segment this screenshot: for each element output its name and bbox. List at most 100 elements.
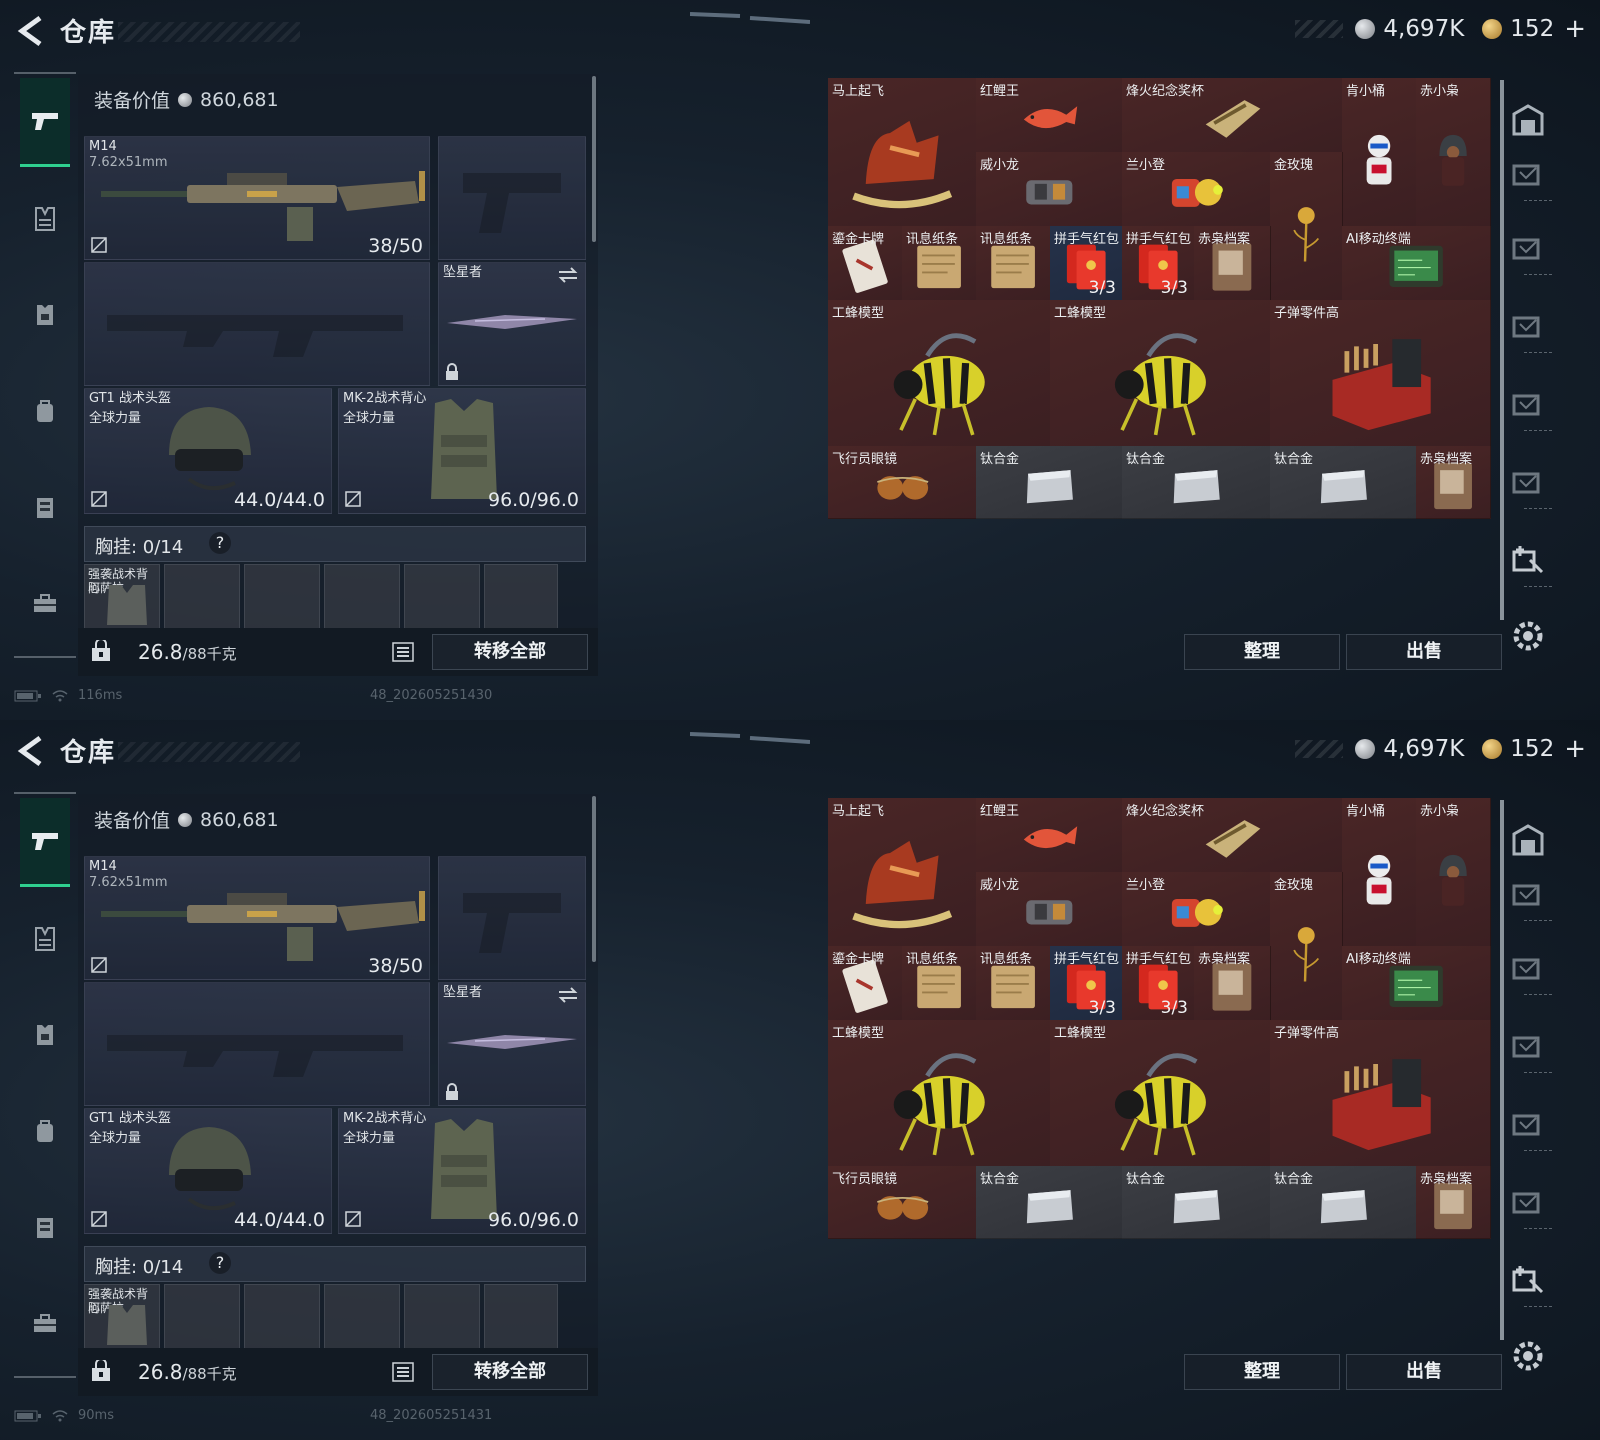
transfer-all-button[interactable]: 转移全部 xyxy=(432,634,588,670)
transfer-all-button[interactable]: 转移全部 xyxy=(432,1354,588,1390)
stash-item[interactable]: 兰小登 xyxy=(1122,872,1271,947)
stash-item[interactable]: 子弹零件高 xyxy=(1270,300,1491,447)
stash-item[interactable]: 钛合金 xyxy=(1270,446,1417,519)
stash-item[interactable]: 工蜂模型 xyxy=(828,300,1051,447)
rig-slot-empty[interactable] xyxy=(324,564,400,630)
stash-item[interactable]: 赤枭档案 xyxy=(1194,946,1271,1021)
add-currency-button[interactable]: + xyxy=(1564,734,1586,764)
stash-item[interactable]: 肯小桶 xyxy=(1342,78,1417,227)
stash-item[interactable]: 兰小登 xyxy=(1122,152,1271,227)
warehouse-icon[interactable] xyxy=(1510,948,1546,984)
storage-icon[interactable] xyxy=(1510,102,1546,138)
stash-item[interactable]: 钛合金 xyxy=(1122,446,1271,519)
storage-icon[interactable] xyxy=(1510,822,1546,858)
loadout-scrollbar[interactable] xyxy=(592,796,596,962)
nav-tab-armor[interactable] xyxy=(20,1010,70,1060)
secondary-weapon-slot[interactable] xyxy=(84,982,430,1106)
nav-tab-chest-rig[interactable] xyxy=(20,914,70,964)
stash-item[interactable]: 钛合金 xyxy=(976,446,1123,519)
chest-rig-bar[interactable]: 胸挂: 0/14 ? xyxy=(84,1246,586,1282)
stash-item[interactable]: 讯息纸条 xyxy=(976,946,1051,1021)
warehouse-icon[interactable] xyxy=(1510,228,1546,264)
stash-item[interactable]: 赤枭档案 xyxy=(1194,226,1271,301)
help-icon[interactable]: ? xyxy=(209,1252,231,1274)
sort-button[interactable]: 整理 xyxy=(1184,634,1340,670)
help-icon[interactable]: ? xyxy=(209,532,231,554)
rig-slot-empty[interactable] xyxy=(164,1284,240,1350)
secondary-weapon-slot[interactable] xyxy=(84,262,430,386)
nav-tab-weapons[interactable] xyxy=(20,798,70,887)
stash-item[interactable]: 红鲤王 xyxy=(976,78,1123,153)
stash-item[interactable]: 赤小枭 xyxy=(1416,798,1491,947)
stash-item[interactable]: 烽火纪念奖杯 xyxy=(1122,78,1343,153)
stash-item[interactable]: 马上起飞 xyxy=(828,798,977,947)
rig-slot-empty[interactable] xyxy=(484,564,558,630)
nav-tab-locker[interactable] xyxy=(20,482,70,532)
nav-tab-backpack[interactable] xyxy=(20,386,70,436)
settings-icon[interactable] xyxy=(1510,1338,1546,1374)
warehouse-icon[interactable] xyxy=(1510,154,1546,190)
warehouse-icon[interactable] xyxy=(1510,1026,1546,1062)
warehouse-icon[interactable] xyxy=(1510,1104,1546,1140)
sell-button[interactable]: 出售 xyxy=(1346,1354,1502,1390)
warehouse-add-icon[interactable] xyxy=(1510,1260,1546,1296)
back-arrow-icon[interactable] xyxy=(14,14,48,48)
stash-item[interactable]: 飞行员眼镜 xyxy=(828,1166,977,1239)
stash-item[interactable]: 钛合金 xyxy=(976,1166,1123,1239)
stash-item[interactable]: 马上起飞 xyxy=(828,78,977,227)
right-nav-scrollbar[interactable] xyxy=(1500,80,1504,620)
stash-item[interactable]: 鎏金卡牌 xyxy=(828,946,903,1021)
stash-item[interactable]: 威小龙 xyxy=(976,872,1123,947)
stash-item[interactable]: 工蜂模型 xyxy=(1050,300,1271,447)
chest-rig-bar[interactable]: 胸挂: 0/14 ? xyxy=(84,526,586,562)
stash-item[interactable]: 讯息纸条 xyxy=(902,946,977,1021)
melee-slot[interactable]: 坠星者 xyxy=(438,982,586,1106)
rig-slot-empty[interactable] xyxy=(324,1284,400,1350)
stash-item[interactable]: 讯息纸条 xyxy=(976,226,1051,301)
stash-item[interactable]: 威小龙 xyxy=(976,152,1123,227)
primary-weapon-slot[interactable]: M14 7.62x51mm 38/50 xyxy=(84,856,430,980)
melee-slot[interactable]: 坠星者 xyxy=(438,262,586,386)
stash-item[interactable]: 工蜂模型 xyxy=(828,1020,1051,1167)
add-currency-button[interactable]: + xyxy=(1564,14,1586,44)
right-nav-scrollbar[interactable] xyxy=(1500,800,1504,1340)
stash-item[interactable]: 金玫瑰 xyxy=(1270,152,1343,301)
armor-slot[interactable]: MK-2战术背心 全球力量 96.0/96.0 xyxy=(338,1108,586,1234)
swap-icon[interactable] xyxy=(557,267,579,283)
stash-item[interactable]: 红鲤王 xyxy=(976,798,1123,873)
stash-item[interactable]: 讯息纸条 xyxy=(902,226,977,301)
pistol-slot[interactable] xyxy=(438,136,586,260)
nav-tab-toolbox[interactable] xyxy=(20,578,70,628)
stash-item[interactable]: 金玫瑰 xyxy=(1270,872,1343,1021)
stash-item[interactable]: 钛合金 xyxy=(1270,1166,1417,1239)
rig-slot-empty[interactable] xyxy=(404,564,480,630)
warehouse-icon[interactable] xyxy=(1510,462,1546,498)
stash-item[interactable]: 赤小枭 xyxy=(1416,78,1491,227)
pistol-slot[interactable] xyxy=(438,856,586,980)
stash-item[interactable]: 工蜂模型 xyxy=(1050,1020,1271,1167)
list-icon[interactable] xyxy=(390,1360,416,1384)
stash-item[interactable]: 拼手气红包 3/3 xyxy=(1122,946,1195,1021)
stash-item[interactable]: AI移动终端 xyxy=(1342,946,1491,1021)
nav-tab-backpack[interactable] xyxy=(20,1106,70,1156)
back-arrow-icon[interactable] xyxy=(14,734,48,768)
stash-item[interactable]: 拼手气红包 3/3 xyxy=(1050,946,1123,1021)
stash-item[interactable]: 赤枭档案 xyxy=(1416,446,1491,519)
stash-item[interactable]: 鎏金卡牌 xyxy=(828,226,903,301)
warehouse-icon[interactable] xyxy=(1510,306,1546,342)
warehouse-icon[interactable] xyxy=(1510,384,1546,420)
warehouse-add-icon[interactable] xyxy=(1510,540,1546,576)
rig-slot-empty[interactable] xyxy=(164,564,240,630)
stash-item[interactable]: 肯小桶 xyxy=(1342,798,1417,947)
rig-slot-empty[interactable] xyxy=(244,564,320,630)
stash-item[interactable]: 子弹零件高 xyxy=(1270,1020,1491,1167)
rig-slot-equipped[interactable]: 强袭战术背心 阿萨拉 xyxy=(84,564,160,630)
primary-weapon-slot[interactable]: M14 7.62x51mm 38/50 xyxy=(84,136,430,260)
rig-slot-equipped[interactable]: 强袭战术背心 阿萨拉 xyxy=(84,1284,160,1350)
nav-tab-toolbox[interactable] xyxy=(20,1298,70,1348)
list-icon[interactable] xyxy=(390,640,416,664)
rig-slot-empty[interactable] xyxy=(484,1284,558,1350)
warehouse-icon[interactable] xyxy=(1510,874,1546,910)
stash-item[interactable]: AI移动终端 xyxy=(1342,226,1491,301)
stash-item[interactable]: 烽火纪念奖杯 xyxy=(1122,798,1343,873)
